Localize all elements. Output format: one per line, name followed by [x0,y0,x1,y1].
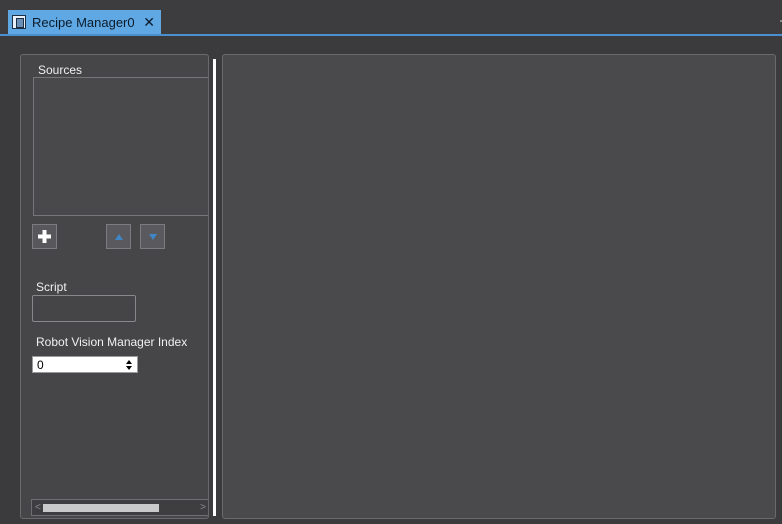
arrow-down-icon [148,233,157,240]
tab-title: Recipe Manager0 [32,14,135,30]
panel-splitter[interactable] [213,59,216,516]
left-panel: Sources Script Robot Vision Manager Inde… [20,54,209,519]
add-source-button[interactable] [32,224,57,249]
tab-strip: Recipe Manager0 ✕ [0,0,782,36]
stepper-value: 0 [37,357,44,372]
spin-up-icon[interactable] [126,359,132,364]
spin-buttons[interactable] [126,359,132,370]
move-up-button[interactable] [106,224,131,249]
tab-underline [0,34,782,36]
tab-recipe-manager[interactable]: Recipe Manager0 ✕ [8,10,161,34]
script-label: Script [36,280,67,294]
horizontal-scrollbar[interactable]: < > [31,499,208,516]
move-down-button[interactable] [140,224,165,249]
close-icon[interactable]: ✕ [143,14,155,31]
spin-down-icon[interactable] [126,365,132,370]
content-panel [222,54,776,519]
robot-vision-manager-index-stepper[interactable]: 0 [32,356,138,373]
document-icon [12,15,26,29]
scroll-right-icon[interactable]: > [200,503,206,513]
sources-label: Sources [38,63,83,77]
scroll-left-icon[interactable]: < [35,503,41,513]
robot-vision-manager-index-label: Robot Vision Manager Index [36,335,188,349]
sources-list[interactable] [33,77,208,216]
plus-icon [38,230,51,243]
arrow-up-icon [114,233,123,240]
script-input[interactable] [32,295,136,322]
scroll-thumb[interactable] [43,504,159,512]
